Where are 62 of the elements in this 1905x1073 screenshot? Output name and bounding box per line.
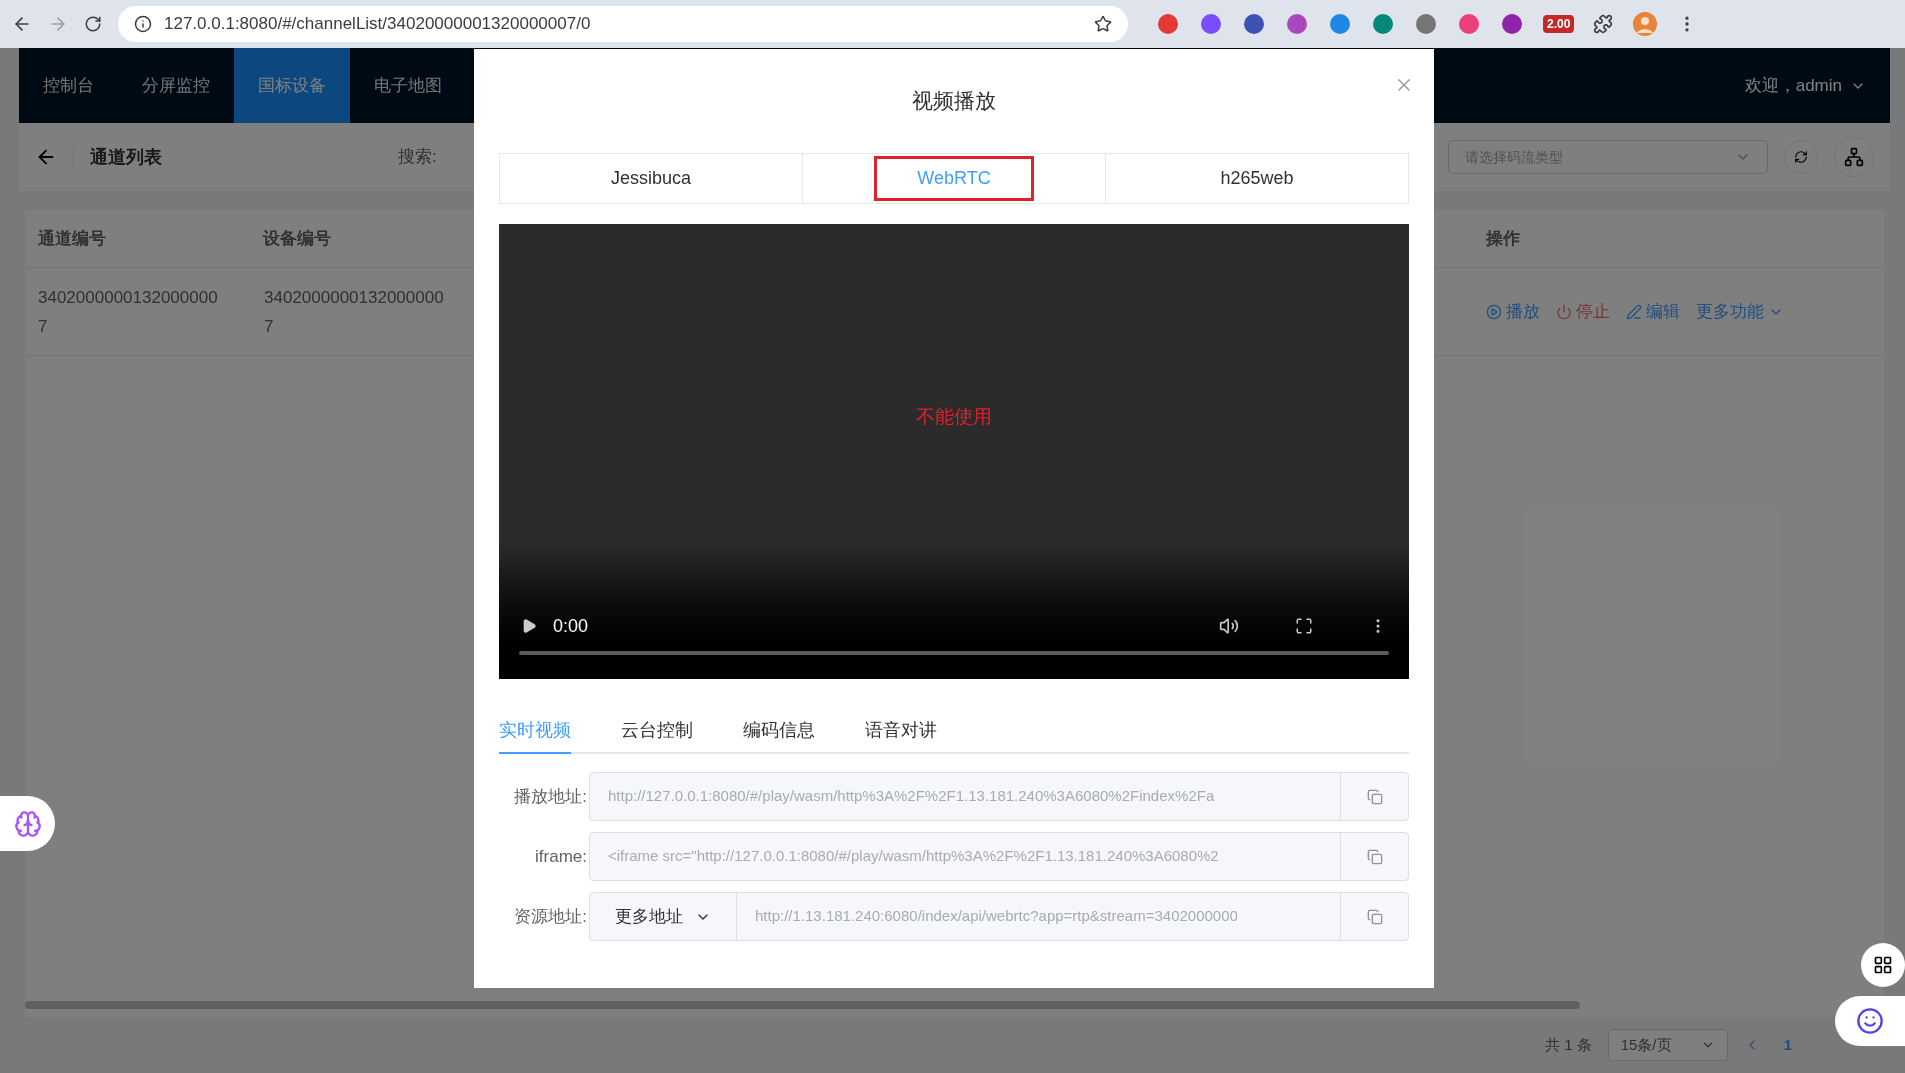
dialog-title: 视频播放 <box>912 88 996 115</box>
error-message: 不能使用 <box>916 405 992 430</box>
nav-tab[interactable]: 国标设备 <box>234 48 350 123</box>
volume-icon[interactable] <box>1219 616 1239 636</box>
horizontal-scrollbar[interactable] <box>25 1001 1580 1009</box>
floating-chat-button[interactable] <box>1835 996 1905 1046</box>
field-label: 资源地址: <box>513 905 588 928</box>
video-time: 0:00 <box>553 614 589 638</box>
extension-icon[interactable] <box>1500 12 1524 36</box>
field-label: 播放地址: <box>513 785 588 808</box>
nav-tab[interactable]: 电子地图 <box>350 48 466 123</box>
row-action-link[interactable]: 编辑 <box>1626 298 1680 325</box>
extension-icon[interactable] <box>1457 12 1481 36</box>
extension-icon[interactable] <box>1156 12 1180 36</box>
play-icon[interactable] <box>521 618 537 634</box>
table-cell-text: 34020000001320000007 <box>263 286 445 338</box>
extension-icon[interactable] <box>1199 12 1223 36</box>
info-tab[interactable]: 编码信息 <box>743 717 815 754</box>
table-cell-text: 34020000001320000007 <box>37 286 219 338</box>
player-tab[interactable]: WebRTC <box>803 154 1106 203</box>
player-tab[interactable]: h265web <box>1106 154 1408 203</box>
extension-icon[interactable] <box>1414 12 1438 36</box>
field-label: iframe: <box>534 845 588 868</box>
smiley-icon <box>1856 1007 1884 1035</box>
tree-icon <box>1844 147 1864 167</box>
nav-tab[interactable]: 控制台 <box>19 48 118 123</box>
total-count: 共 1 条 <box>1544 1034 1592 1055</box>
row-action-link[interactable]: 播放 <box>1486 298 1540 325</box>
info-icon[interactable] <box>134 15 152 33</box>
play-icon <box>1486 303 1502 320</box>
column-header: 设备编号 <box>261 227 332 250</box>
player-tab[interactable]: Jessibuca <box>500 154 803 203</box>
info-tab[interactable]: 云台控制 <box>621 717 693 754</box>
page-size-select[interactable]: 15条/页 <box>1607 1029 1728 1061</box>
refresh-icon <box>1794 150 1808 164</box>
row-action-link[interactable]: 更多功能 <box>1696 298 1784 325</box>
reload-icon[interactable] <box>84 15 102 33</box>
row-action-link[interactable]: 停止 <box>1556 298 1610 325</box>
grid-icon <box>1873 955 1893 975</box>
info-tab[interactable]: 实时视频 <box>499 717 571 754</box>
address-bar[interactable]: 127.0.0.1:8080/#/channelList/34020000001320000007/0 <box>118 6 1128 42</box>
url-text: 127.0.0.1:8080/#/channelList/34020000001320000007/0 <box>164 13 592 36</box>
page-title: 通道列表 <box>90 145 162 169</box>
search-label: 搜索: <box>398 146 437 169</box>
bookmark-star-icon[interactable] <box>1094 15 1112 33</box>
extension-icon[interactable] <box>1285 12 1309 36</box>
nav-tab[interactable]: 分屏监控 <box>118 48 234 123</box>
column-header: 通道编号 <box>37 227 107 250</box>
brain-icon <box>13 809 42 838</box>
column-header: 操作 <box>1484 227 1521 250</box>
video-player[interactable]: 不能使用 0:00 <box>499 224 1409 679</box>
extension-icon[interactable] <box>1328 12 1352 36</box>
edit-icon <box>1626 303 1642 320</box>
extensions-icon[interactable] <box>1593 14 1614 34</box>
extension-icon[interactable] <box>1242 12 1266 36</box>
stop-icon <box>1556 303 1572 320</box>
extension-badge[interactable]: 2.00 <box>1543 15 1575 33</box>
extension-icon[interactable] <box>1371 12 1395 36</box>
info-tab[interactable]: 语音对讲 <box>865 717 937 754</box>
user-menu[interactable]: 欢迎，admin <box>1744 48 1890 123</box>
video-progress-track[interactable] <box>519 651 1389 655</box>
fullscreen-icon[interactable] <box>1295 617 1313 635</box>
